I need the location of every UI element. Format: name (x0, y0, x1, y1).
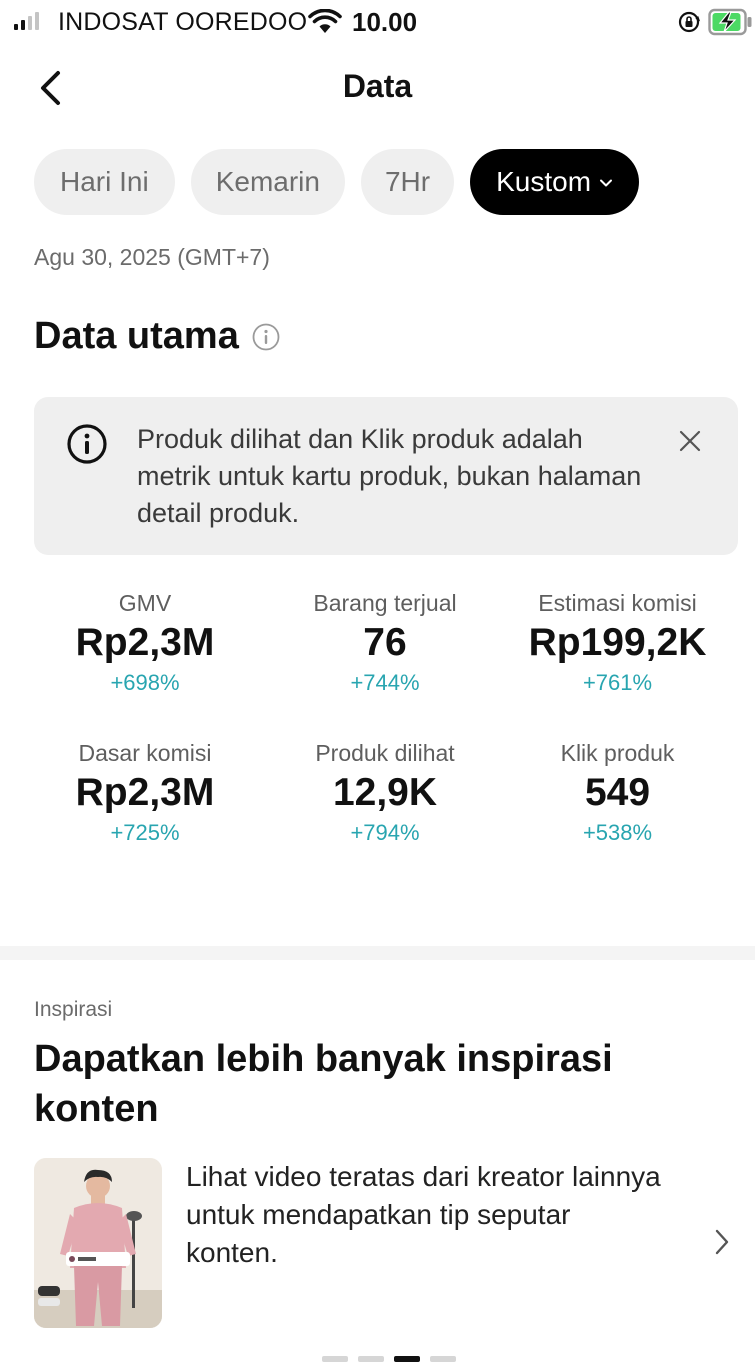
info-circle-icon (67, 424, 107, 464)
section-divider (0, 946, 755, 960)
metric-value: Rp2,3M (75, 771, 215, 814)
inspiration-caption: Inspirasi (34, 998, 113, 1021)
metric-product-views[interactable]: Produk dilihat 12,9K +794% (290, 738, 480, 854)
page-title: Data (342, 68, 413, 104)
metric-estimated-commission[interactable]: Estimasi komisi Rp199,2K +761% (480, 588, 755, 704)
metric-change: +538% (582, 820, 653, 845)
date-range-label: Agu 30, 2025 (GMT+7) (34, 244, 270, 270)
metric-label: Estimasi komisi (538, 590, 697, 616)
metric-commission-base[interactable]: Dasar komisi Rp2,3M +725% (0, 738, 290, 854)
metric-product-clicks[interactable]: Klik produk 549 +538% (480, 738, 755, 854)
carrier-name: INDOSAT OOREDOO (58, 8, 308, 36)
metric-label: GMV (118, 590, 172, 616)
metric-change: +698% (110, 670, 180, 695)
wifi-icon (308, 8, 342, 40)
battery-charging-icon (708, 8, 752, 41)
pager-dot[interactable] (430, 1356, 456, 1362)
metric-value: 12,9K (332, 771, 438, 814)
pager-dot[interactable] (358, 1356, 384, 1362)
metric-change: +725% (110, 820, 180, 845)
info-icon[interactable] (251, 322, 281, 352)
metric-label: Klik produk (560, 740, 675, 766)
metric-change: +744% (350, 670, 420, 695)
metric-value: 549 (584, 771, 651, 814)
metric-label: Produk dilihat (315, 740, 455, 766)
carousel-pager (322, 1356, 456, 1362)
status-time: 10.00 (352, 7, 418, 37)
section-title: Data utama (34, 315, 239, 357)
info-banner: Produk dilihat dan Klik produk adalah me… (34, 397, 738, 555)
status-bar: INDOSAT OOREDOO 10.00 (0, 0, 755, 44)
inspiration-title: Dapatkan lebih banyak inspirasi konten (34, 1038, 613, 1130)
filter-chip-yesterday[interactable]: Kemarin (190, 149, 345, 215)
chevron-right-icon (715, 1229, 729, 1255)
inspiration-card-text: Lihat video teratas dari kreator lainnya… (186, 1161, 661, 1268)
cellular-signal-icon (14, 12, 39, 30)
filter-chip-label: Kemarin (215, 166, 320, 197)
metric-gmv[interactable]: GMV Rp2,3M +698% (0, 588, 290, 704)
chevron-down-icon (600, 179, 613, 187)
filter-chip-today[interactable]: Hari Ini (34, 149, 175, 215)
metric-change: +761% (582, 670, 653, 695)
filter-chip-label: Hari Ini (60, 166, 149, 197)
main-data-heading: Data utama (34, 315, 281, 358)
metric-value: Rp199,2K (528, 621, 707, 664)
metric-value: 76 (363, 621, 407, 664)
pager-dot[interactable] (322, 1356, 348, 1362)
filter-chip-label: 7Hr (384, 166, 431, 197)
metric-value: Rp2,3M (75, 621, 215, 664)
metric-label: Barang terjual (313, 590, 457, 616)
close-banner-button[interactable] (674, 425, 706, 457)
metrics-grid: GMV Rp2,3M +698% Barang terjual 76 +744%… (0, 588, 755, 854)
metric-label: Dasar komisi (78, 740, 212, 766)
filter-chip-custom[interactable]: Kustom (470, 149, 640, 215)
video-thumbnail (34, 1158, 162, 1328)
close-icon (679, 430, 701, 452)
date-filter-chips: Hari Ini Kemarin 7Hr Kustom (34, 149, 640, 215)
pager-dot-active[interactable] (394, 1356, 420, 1362)
metric-items-sold[interactable]: Barang terjual 76 +744% (290, 588, 480, 704)
info-banner-text: Produk dilihat dan Klik produk adalah me… (137, 424, 642, 528)
filter-chip-label: Kustom (496, 166, 592, 197)
inspiration-card[interactable]: Lihat video teratas dari kreator lainnya… (34, 1158, 738, 1330)
metric-change: +794% (350, 820, 420, 845)
filter-chip-7days[interactable]: 7Hr (360, 149, 455, 215)
rotation-lock-icon (677, 10, 701, 39)
